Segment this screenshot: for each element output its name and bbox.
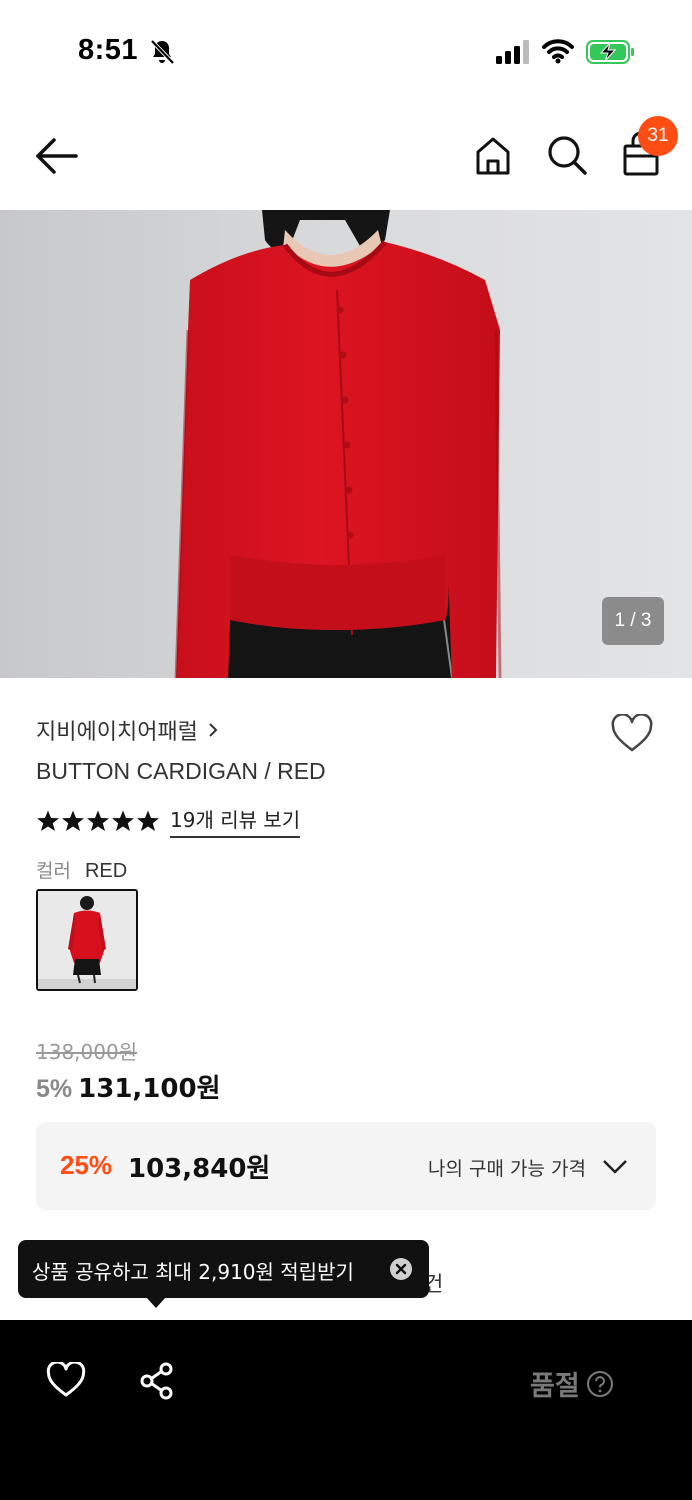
tooltip-arrow (146, 1297, 166, 1308)
battery-charging-icon (586, 40, 634, 64)
benefit-price: 103,840원 (128, 1154, 271, 1184)
color-row: 컬러 RED (36, 856, 127, 883)
benefit-label: 나의 구매 가능 가격 (428, 1158, 586, 1180)
soldout-label: 품절 (530, 1371, 580, 1402)
wifi-icon (542, 39, 574, 64)
star-icon (62, 810, 84, 831)
star-icon (137, 810, 159, 831)
back-arrow-icon[interactable] (34, 136, 80, 176)
color-value: RED (84, 860, 128, 882)
brand-name: 지비에이치어패럴 (36, 720, 198, 745)
home-icon[interactable] (474, 136, 512, 176)
share-reward-tooltip: 상품 공유하고 최대 2,910원 적립받기 (18, 1240, 429, 1298)
status-bar: 8:51 (0, 0, 692, 100)
bottom-action-bar: 품절 (0, 1320, 692, 1500)
close-icon[interactable] (389, 1257, 413, 1281)
search-icon[interactable] (546, 134, 588, 176)
cart-count-badge: 31 (638, 116, 678, 156)
star-icon (112, 810, 134, 831)
star-icon (87, 810, 109, 831)
discount-rate: 5% (36, 1075, 73, 1103)
image-counter: 1 / 3 (602, 597, 664, 645)
color-label: 컬러 (36, 860, 71, 882)
benefit-price-toggle[interactable]: 25% 103,840원 나의 구매 가능 가격 (36, 1122, 656, 1210)
benefit-rate: 25% (60, 1150, 113, 1180)
share-icon[interactable] (138, 1362, 176, 1400)
rating-stars (36, 809, 160, 833)
heart-outline-icon[interactable] (610, 714, 654, 754)
original-price: 138,000원 (36, 1040, 138, 1064)
status-time: 8:51 (78, 34, 139, 66)
color-option-red[interactable] (36, 889, 138, 991)
bell-off-icon (150, 39, 175, 65)
soldout-status: 품절 (530, 1364, 614, 1403)
heart-outline-icon[interactable] (46, 1362, 86, 1398)
star-icon (37, 810, 59, 831)
chevron-down-icon (603, 1160, 627, 1174)
product-photo (0, 210, 692, 678)
product-name: BUTTON CARDIGAN / RED (36, 758, 326, 784)
top-nav (0, 100, 692, 210)
tooltip-text: 상품 공유하고 최대 2,910원 적립받기 (32, 1260, 354, 1284)
brand-link[interactable]: 지비에이치어패럴 (36, 714, 220, 746)
review-link[interactable]: 19개 리뷰 보기 (170, 804, 301, 838)
chevron-right-icon (209, 723, 218, 737)
sale-price: 131,100원 (78, 1074, 221, 1104)
color-thumbnail-photo (38, 891, 136, 989)
help-circle-icon[interactable] (586, 1370, 614, 1398)
price-row: 5% 131,100원 (36, 1068, 220, 1105)
signal-icon (496, 40, 529, 64)
product-image[interactable] (0, 210, 692, 678)
rating-row: 19개 리뷰 보기 (36, 804, 301, 838)
